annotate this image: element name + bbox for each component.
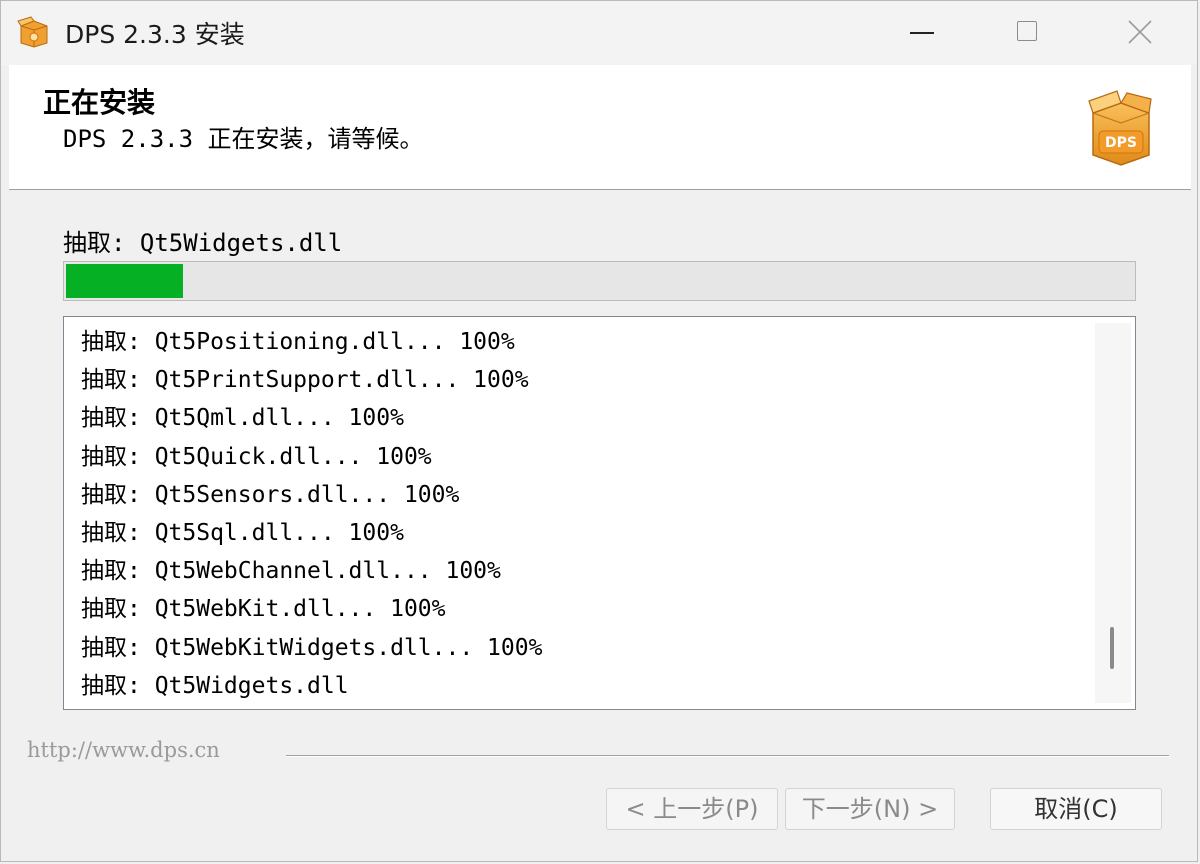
log-list: 抽取: Qt5Positioning.dll... 100% 抽取: Qt5Pri… — [81, 323, 542, 705]
progress-bar — [63, 261, 1136, 301]
log-item: 抽取: Qt5Qml.dll... 100% — [81, 405, 404, 432]
log-item: 抽取: Qt5WebKit.dll... 100% — [81, 596, 446, 623]
close-icon — [1128, 20, 1152, 44]
minimize-button[interactable] — [867, 1, 973, 65]
log-item: 抽取: Qt5Sql.dll... 100% — [81, 519, 404, 546]
current-file-label: 抽取: Qt5Widgets.dll — [63, 229, 343, 257]
progress-fill — [66, 264, 183, 298]
log-item: 抽取: Qt5Positioning.dll... 100% — [81, 329, 515, 355]
cancel-button[interactable]: 取消(C) — [990, 788, 1162, 830]
title-bar[interactable]: DPS 2.3.3 安装 — [1, 1, 1197, 65]
page-subtitle: DPS 2.3.3 正在安装，请等候。 — [63, 125, 424, 153]
back-button: < 上一步(P) — [606, 788, 778, 830]
log-scrollbar[interactable] — [1095, 323, 1131, 703]
installer-box-icon — [17, 15, 51, 49]
minimize-icon — [910, 32, 934, 34]
header-panel: 正在安装 DPS 2.3.3 正在安装，请等候。 DPS — [9, 65, 1191, 190]
log-item: 抽取: Qt5Widgets.dll — [81, 672, 349, 699]
maximize-button — [975, 1, 1081, 65]
log-item: 抽取: Qt5PrintSupport.dll... 100% — [81, 367, 529, 394]
footer-divider — [286, 755, 1169, 756]
log-item: 抽取: Qt5Sensors.dll... 100% — [81, 481, 460, 508]
dps-logo: DPS — [1087, 89, 1153, 167]
installer-window: DPS 2.3.3 安装 正在安装 DPS 2.3.3 正在安装，请等候。 DP… — [0, 0, 1198, 862]
log-item: 抽取: Qt5WebKitWidgets.dll... 100% — [81, 634, 543, 661]
details-log[interactable]: 抽取: Qt5Positioning.dll... 100% 抽取: Qt5Pri… — [63, 316, 1136, 710]
scrollbar-thumb[interactable] — [1110, 627, 1114, 669]
maximize-icon — [1017, 21, 1037, 41]
log-item: 抽取: Qt5Quick.dll... 100% — [81, 443, 432, 470]
close-button[interactable] — [1085, 1, 1191, 65]
window-title: DPS 2.3.3 安装 — [65, 20, 245, 49]
page-title: 正在安装 — [43, 86, 156, 119]
log-item: 抽取: Qt5WebChannel.dll... 100% — [81, 558, 501, 585]
logo-text: DPS — [1105, 135, 1137, 151]
brand-url: http://www.dps.cn — [27, 738, 220, 762]
next-button: 下一步(N) > — [785, 788, 955, 830]
